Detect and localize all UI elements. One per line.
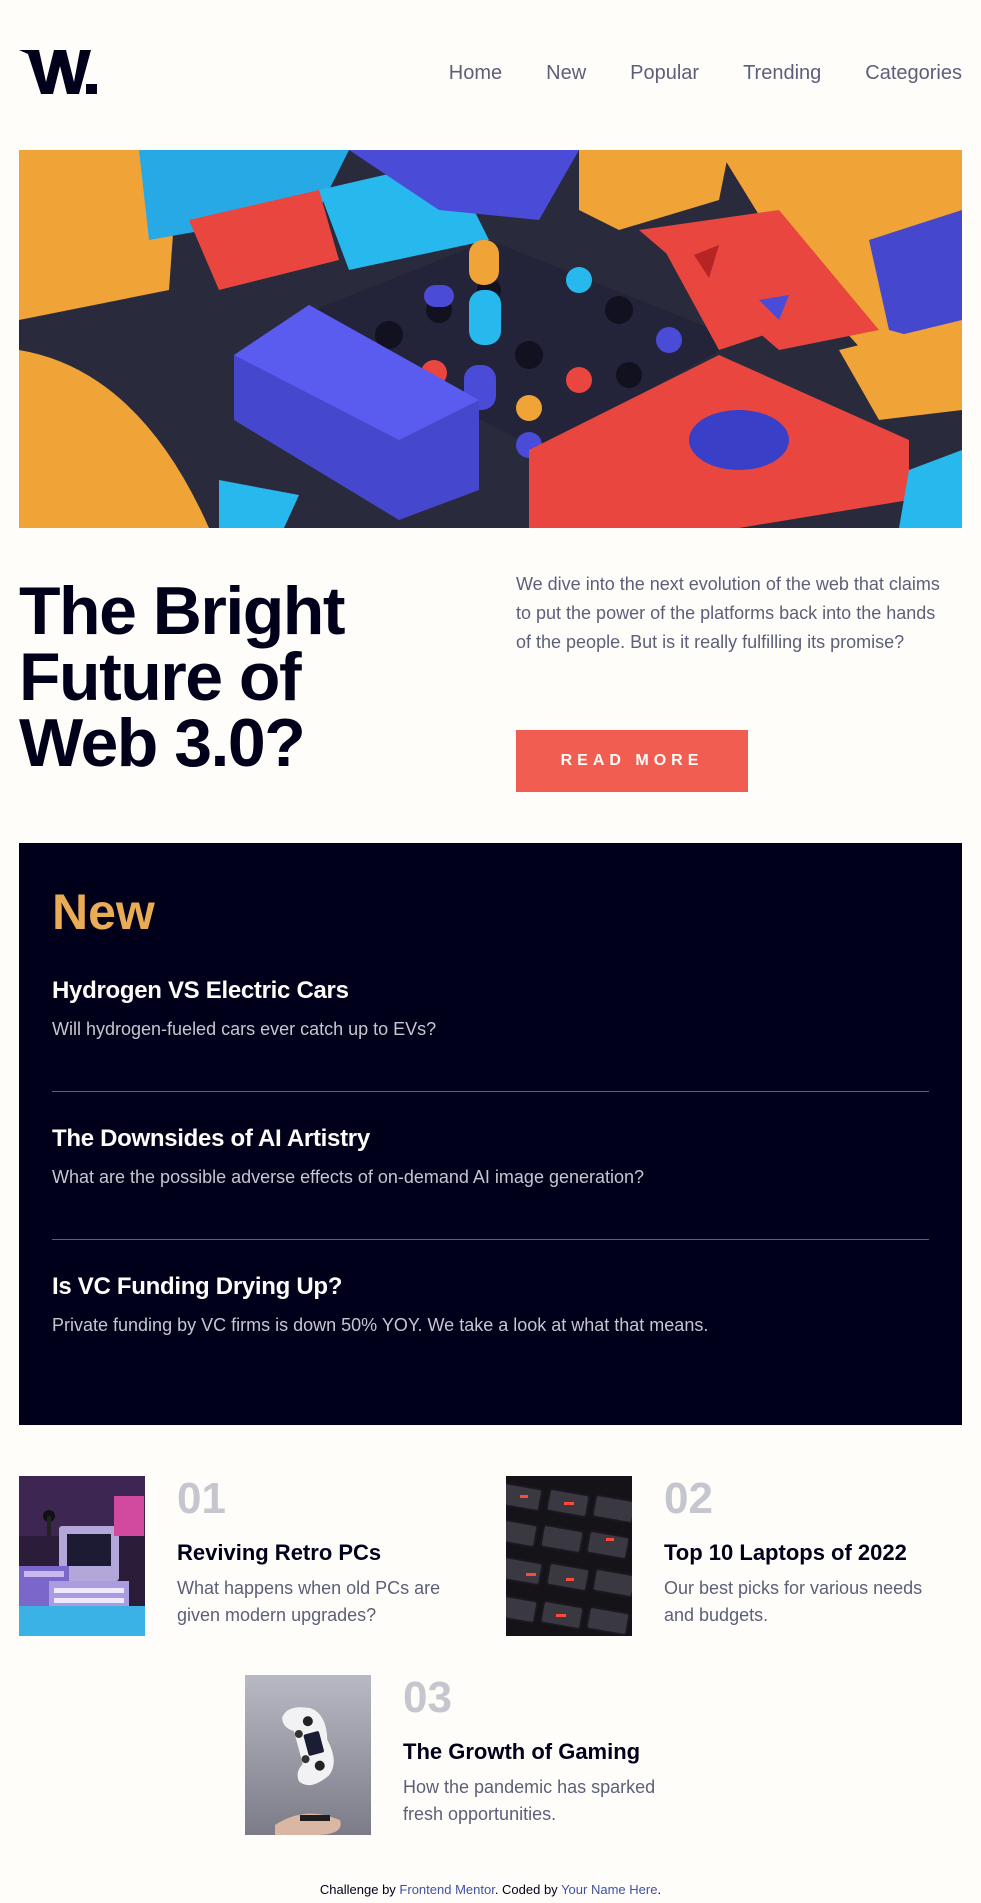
card-title[interactable]: The Growth of Gaming [403, 1739, 640, 1765]
new-articles-panel: New Hydrogen VS Electric Cars Will hydro… [19, 843, 962, 1425]
card-summary: How the pandemic has sparked fresh oppor… [403, 1777, 656, 1824]
hero-title-line: Web 3.0? [19, 705, 306, 781]
new-article-summary: What are the possible adverse effects of… [52, 1167, 645, 1187]
card-summary: Our best picks for various needs and bud… [664, 1578, 923, 1625]
card-summary: What happens when old PCs are given mode… [177, 1578, 441, 1625]
new-article-item[interactable]: Hydrogen VS Electric Cars Will hydrogen-… [52, 977, 929, 1040]
nav-home[interactable]: Home [449, 62, 502, 85]
retro-pc-image[interactable] [19, 1476, 145, 1636]
game-controller-image[interactable] [245, 1675, 371, 1835]
divider [52, 1091, 929, 1092]
new-heading: New [52, 884, 155, 940]
hero-title-line: Future of [19, 639, 302, 715]
footer-prefix: Challenge by [319, 1882, 400, 1897]
site-header: Home New Popular Trending Categories [19, 46, 962, 104]
nav-trending[interactable]: Trending [743, 62, 821, 85]
footer-middle: . Coded by [494, 1882, 562, 1897]
nav-categories[interactable]: Categories [865, 62, 962, 85]
hero-title-line: The Bright [19, 573, 345, 649]
new-article-title[interactable]: Is VC Funding Drying Up? [52, 1273, 929, 1301]
main-nav: Home New Popular Trending Categories [449, 62, 962, 85]
divider [52, 1239, 929, 1240]
nav-new[interactable]: New [546, 62, 586, 85]
trending-card: 02 Top 10 Laptops of 2022 Our best picks… [506, 1474, 966, 1636]
hero-description: We dive into the next evolution of the w… [516, 574, 940, 652]
hero-image [19, 150, 962, 528]
card-number: 03 [403, 1673, 452, 1722]
laptop-keyboard-image[interactable] [506, 1476, 632, 1636]
new-article-summary: Will hydrogen-fueled cars ever catch up … [52, 1019, 437, 1039]
card-number: 02 [664, 1474, 713, 1523]
footer-suffix: . [657, 1882, 662, 1897]
w-logo-icon[interactable] [19, 46, 101, 98]
trending-card: 01 Reviving Retro PCs What happens when … [19, 1474, 479, 1636]
new-article-summary: Private funding by VC firms is down 50% … [52, 1315, 709, 1335]
frontend-mentor-link[interactable]: Frontend Mentor [399, 1882, 494, 1897]
card-number: 01 [177, 1474, 226, 1523]
nav-popular[interactable]: Popular [630, 62, 699, 85]
author-link[interactable]: Your Name Here [561, 1882, 657, 1897]
new-article-title[interactable]: Hydrogen VS Electric Cars [52, 977, 929, 1005]
card-title[interactable]: Reviving Retro PCs [177, 1540, 381, 1566]
trending-card: 03 The Growth of Gaming How the pandemic… [245, 1673, 705, 1835]
new-article-item[interactable]: Is VC Funding Drying Up? Private funding… [52, 1273, 929, 1336]
new-article-item[interactable]: The Downsides of AI Artistry What are th… [52, 1125, 929, 1188]
hero-title: The Bright Future of Web 3.0? [19, 577, 469, 777]
card-title[interactable]: Top 10 Laptops of 2022 [664, 1540, 907, 1566]
footer-attribution: Challenge by Frontend Mentor. Coded by Y… [0, 1882, 981, 1897]
read-more-button[interactable]: READ MORE [516, 730, 748, 792]
new-article-title[interactable]: The Downsides of AI Artistry [52, 1125, 929, 1153]
